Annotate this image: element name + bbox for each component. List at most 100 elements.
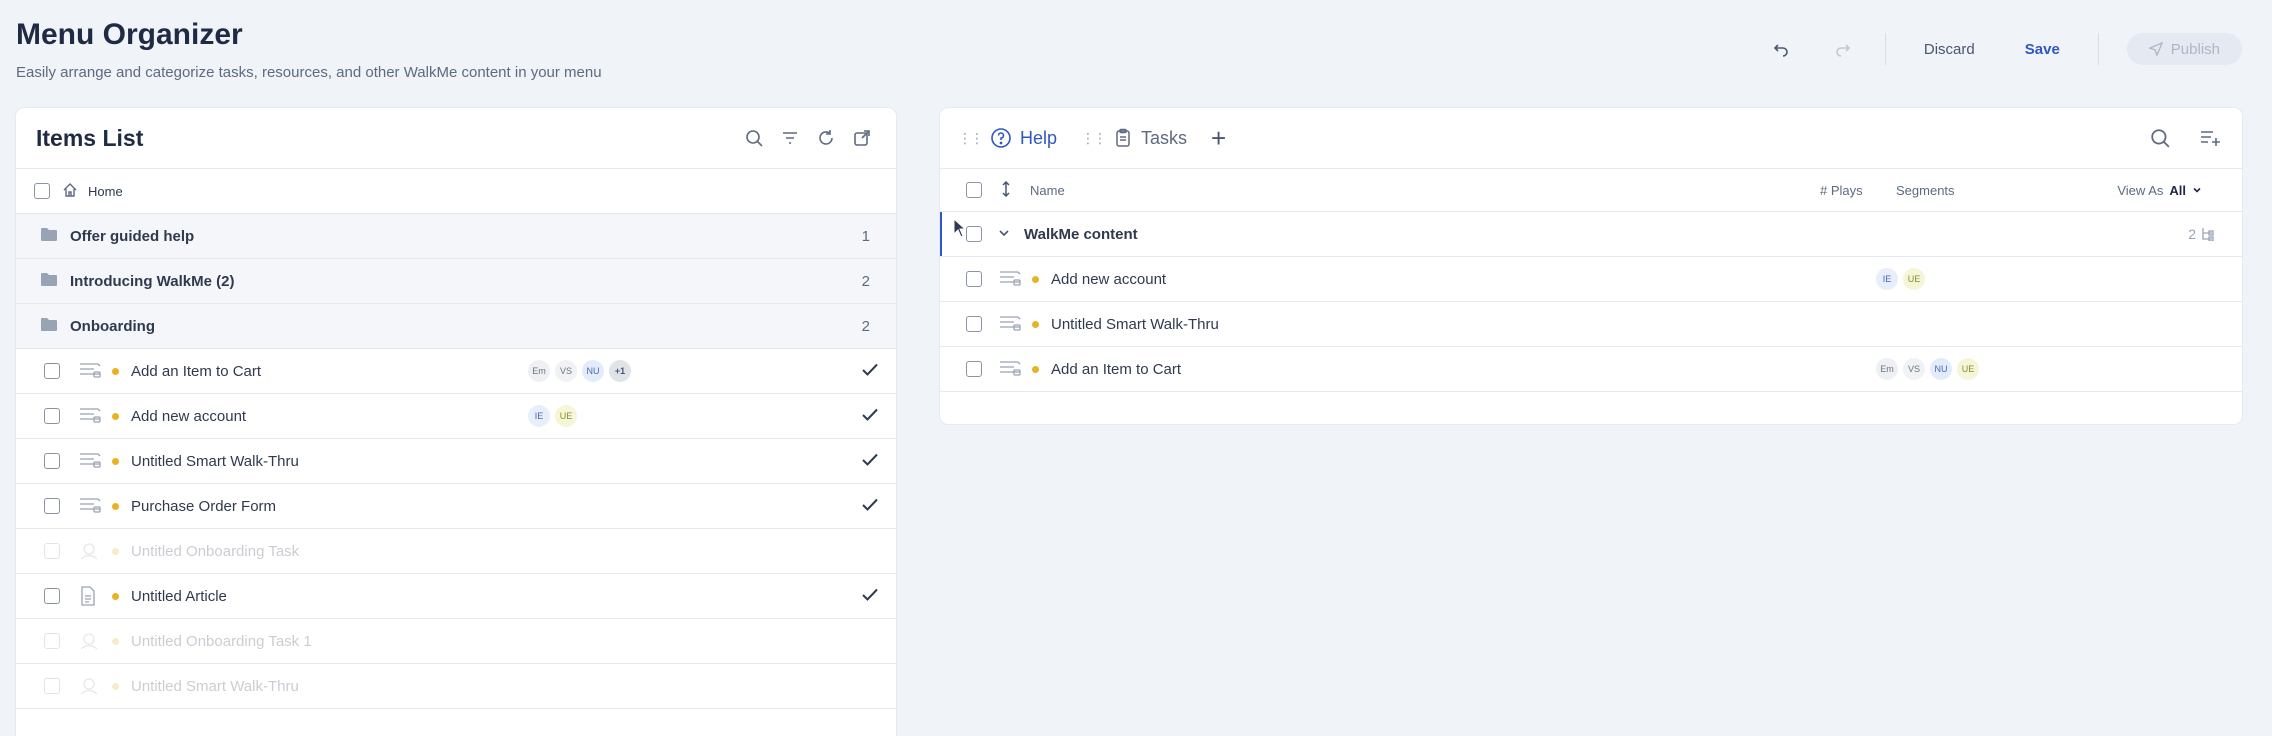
folder-row[interactable]: Onboarding 2 [16,304,896,349]
item-checkbox[interactable] [966,316,982,332]
folder-list: Offer guided help 1 Introducing WalkMe (2)… [16,214,896,349]
save-button[interactable]: Save [2015,41,2070,58]
item-checkbox[interactable] [44,363,60,379]
view-as-label: View As [2117,182,2164,198]
chevron-down-icon[interactable] [998,226,1010,243]
item-checkbox[interactable] [44,588,60,604]
item-name: Purchase Order Form [131,497,277,515]
select-all-checkbox[interactable] [966,182,982,198]
home-row[interactable]: Home [16,169,896,214]
item-checkbox[interactable] [44,678,60,694]
search-icon[interactable] [740,124,768,152]
page-title: Menu Organizer [16,18,243,51]
list-item[interactable]: Purchase Order Form [16,484,896,529]
menu-actions [2146,124,2224,152]
group-name: WalkMe content [1024,225,1138,243]
menu-item-list: Add new account IE UE Untitled Smart Walk-T… [940,257,2242,392]
tab-help[interactable]: ⋮⋮ Help [958,127,1057,149]
items-list-panel: Items List Home Offer guided help 1 Introd… [16,108,896,736]
tab-help-label: Help [1020,127,1058,148]
page-header: Menu Organizer Easily arrange and catego… [16,18,602,81]
check-icon [862,498,878,515]
select-all-checkbox[interactable] [34,183,50,199]
onboarding-task-icon [78,676,102,696]
item-name: Add an Item to Cart [1051,360,1182,378]
check-icon [862,588,878,605]
list-item[interactable]: Add an Item to Cart Em VS NU +1 [16,349,896,394]
article-icon [78,586,102,606]
items-list-title: Items List [36,124,144,151]
add-tab-icon[interactable]: + [1211,123,1226,154]
folder-icon [40,317,58,336]
group-checkbox[interactable] [966,226,982,242]
walkthru-icon [998,269,1022,289]
add-list-icon[interactable] [2196,124,2224,152]
undo-icon[interactable] [1767,35,1795,63]
check-icon [862,363,878,380]
filter-icon[interactable] [776,124,804,152]
folder-row[interactable]: Introducing WalkMe (2) 2 [16,259,896,304]
view-as-dropdown[interactable]: View As All [2117,183,2202,198]
list-item[interactable]: Add new account IE UE [16,394,896,439]
segment-badges: Em VS NU UE [1876,358,1979,380]
segment-badge: NU [582,360,604,382]
open-external-icon[interactable] [848,124,876,152]
items-list-header: Items List [16,108,896,169]
item-checkbox[interactable] [44,633,60,649]
items-list-actions [740,124,876,152]
column-name: Name [1030,182,1065,198]
check-icon [862,408,878,425]
list-item[interactable]: Untitled Smart Walk-Thru [16,439,896,484]
redo-icon[interactable] [1829,35,1857,63]
segment-badges: Em VS NU +1 [528,360,631,382]
item-name: Untitled Smart Walk-Thru [131,452,299,470]
sort-icon[interactable] [1000,180,1012,200]
segment-badge: VS [1903,358,1925,380]
tab-tasks[interactable]: ⋮⋮ Tasks [1081,128,1187,149]
item-checkbox[interactable] [44,543,60,559]
publish-label: Publish [2170,40,2220,58]
walkthru-icon [78,361,102,381]
item-checkbox[interactable] [966,361,982,377]
status-dot [112,367,119,375]
item-name: Untitled Smart Walk-Thru [131,677,299,695]
item-name: Add new account [131,407,247,425]
folder-row[interactable]: Offer guided help 1 [16,214,896,259]
page-subtitle: Easily arrange and categorize tasks, res… [16,64,602,81]
top-toolbar: Discard Save Publish [1767,33,2242,65]
item-name: Untitled Smart Walk-Thru [1051,315,1219,333]
onboarding-task-icon [78,631,102,651]
item-checkbox[interactable] [44,408,60,424]
item-checkbox[interactable] [44,453,60,469]
item-name: Add an Item to Cart [131,362,262,380]
group-count-value: 2 [2188,226,2196,242]
publish-button[interactable]: Publish [2126,33,2242,65]
status-dot [112,637,119,645]
search-icon[interactable] [2146,124,2174,152]
drag-handle-icon[interactable]: ⋮⋮ [958,130,984,147]
menu-group-row[interactable]: WalkMe content 2 [940,212,2242,257]
walkthru-icon [78,451,102,471]
segment-badge: UE [555,405,577,427]
clipboard-icon [1116,128,1130,147]
item-checkbox[interactable] [44,498,60,514]
help-icon [991,128,1011,148]
discard-button[interactable]: Discard [1914,41,1985,58]
item-checkbox[interactable] [966,271,982,287]
folder-name: Onboarding [70,317,155,335]
list-item[interactable]: Untitled Article [16,574,896,619]
menu-item[interactable]: Add new account IE UE [940,257,2242,302]
status-dot [112,457,119,465]
walkthru-icon [998,359,1022,379]
refresh-icon[interactable] [812,124,840,152]
list-item: Untitled Onboarding Task [16,529,896,574]
folder-count: 2 [861,317,870,335]
menu-tabs-header: ⋮⋮ Help ⋮⋮ Tasks + [940,108,2242,169]
send-icon [2148,42,2163,56]
tab-tasks-label: Tasks [1141,127,1188,148]
drag-handle-icon[interactable]: ⋮⋮ [1081,130,1107,147]
status-dot [1032,275,1039,283]
menu-item[interactable]: Untitled Smart Walk-Thru [940,302,2242,347]
menu-item[interactable]: Add an Item to Cart Em VS NU UE [940,347,2242,392]
status-dot [1032,320,1039,328]
